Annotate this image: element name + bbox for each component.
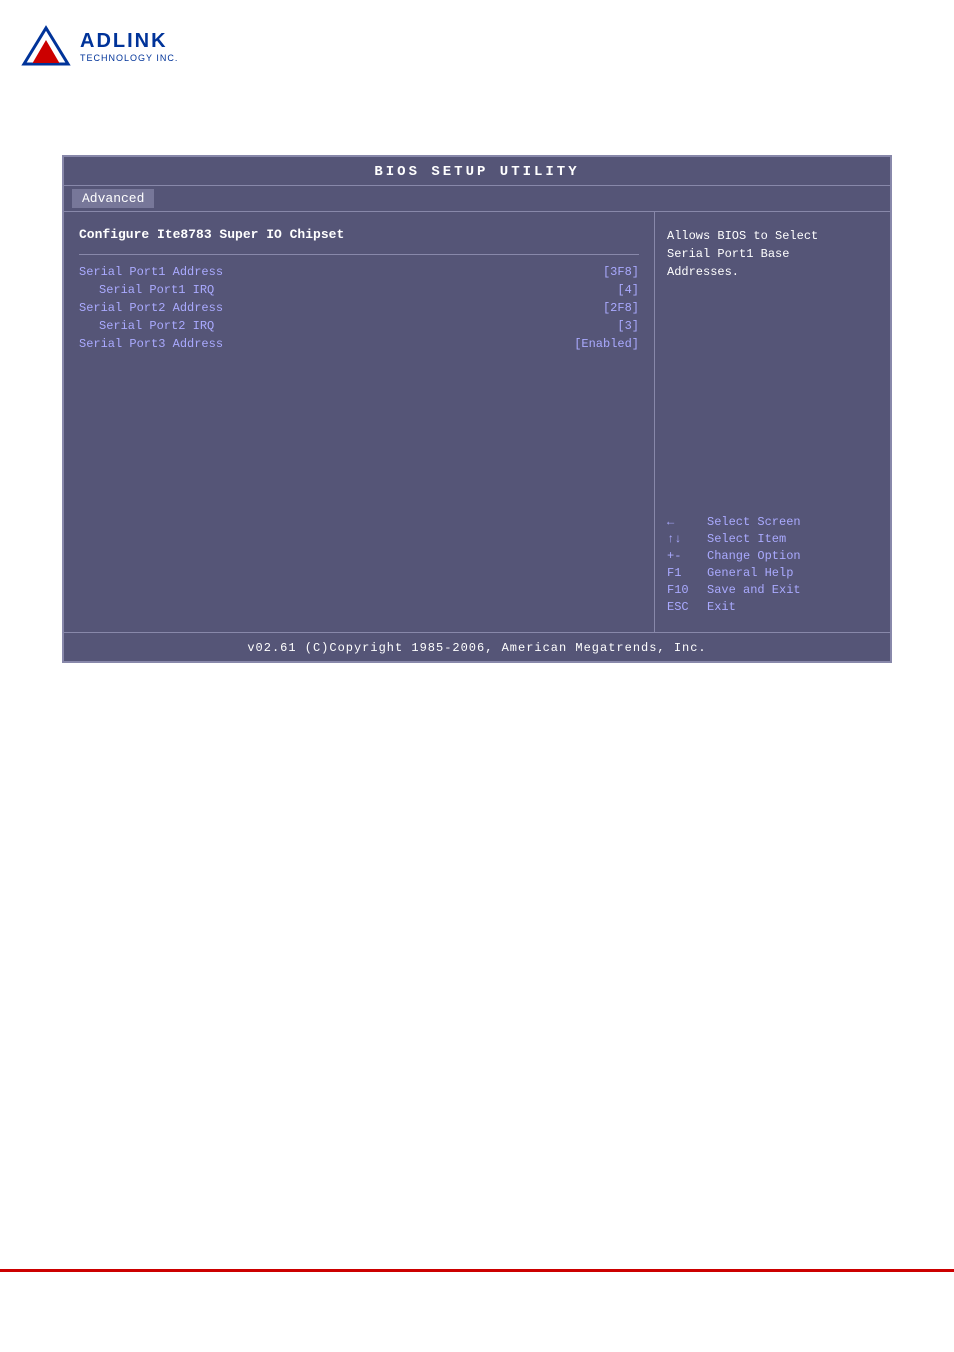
bios-item-value: [2F8]: [603, 301, 639, 315]
bios-key: F10: [667, 583, 707, 597]
bios-left-panel: Configure Ite8783 Super IO Chipset Seria…: [64, 212, 655, 632]
bios-key-desc: Change Option: [707, 549, 801, 563]
tab-advanced[interactable]: Advanced: [72, 189, 154, 208]
bios-section-title: Configure Ite8783 Super IO Chipset: [79, 227, 639, 242]
bios-divider: [79, 254, 639, 255]
bios-item[interactable]: Serial Port2 Address [2F8]: [79, 301, 639, 315]
bios-item-label: Serial Port2 Address: [79, 301, 223, 315]
bios-item-label: Serial Port3 Address: [79, 337, 223, 351]
bios-key-row: F1General Help: [667, 566, 878, 580]
bios-key-desc: Select Item: [707, 532, 786, 546]
bios-items-container: Serial Port1 Address [3F8] Serial Port1 IR…: [79, 265, 639, 351]
bios-title-bar: BIOS SETUP UTILITY: [64, 157, 890, 186]
bios-keybindings: ←Select Screen↑↓Select Item+-Change Opti…: [667, 515, 878, 617]
bios-key-desc: Exit: [707, 600, 736, 614]
bios-help-text: Allows BIOS to Select Serial Port1 Base …: [667, 227, 878, 281]
bios-item[interactable]: Serial Port3 Address [Enabled]: [79, 337, 639, 351]
bios-key: ↑↓: [667, 532, 707, 546]
bios-key-row: ESCExit: [667, 600, 878, 614]
bios-item-value: [Enabled]: [574, 337, 639, 351]
bios-right-panel: Allows BIOS to Select Serial Port1 Base …: [655, 212, 890, 632]
bios-tab-bar[interactable]: Advanced: [64, 186, 890, 212]
bios-item-label: Serial Port2 IRQ: [79, 319, 214, 333]
bios-key-row: F10Save and Exit: [667, 583, 878, 597]
logo-subtitle-label: TECHNOLOGY INC.: [80, 53, 178, 63]
bios-key: ESC: [667, 600, 707, 614]
bios-item[interactable]: Serial Port1 Address [3F8]: [79, 265, 639, 279]
bios-item-label: Serial Port1 Address: [79, 265, 223, 279]
bios-key: ←: [667, 515, 707, 529]
bios-key-row: +-Change Option: [667, 549, 878, 563]
logo-text: ADLINK TECHNOLOGY INC.: [80, 30, 178, 63]
bios-key-row: ←Select Screen: [667, 515, 878, 529]
bios-item[interactable]: Serial Port1 IRQ [4]: [79, 283, 639, 297]
bios-key-desc: Select Screen: [707, 515, 801, 529]
bios-container: BIOS SETUP UTILITY Advanced Configure It…: [62, 155, 892, 663]
logo-adlink-label: ADLINK: [80, 30, 178, 53]
bios-item-value: [4]: [617, 283, 639, 297]
bios-key-desc: General Help: [707, 566, 793, 580]
bios-key: F1: [667, 566, 707, 580]
bios-footer-text: v02.61 (C)Copyright 1985-2006, American …: [247, 641, 706, 655]
bios-item-value: [3F8]: [603, 265, 639, 279]
bios-title: BIOS SETUP UTILITY: [374, 164, 579, 180]
bios-item-label: Serial Port1 IRQ: [79, 283, 214, 297]
bios-content: Configure Ite8783 Super IO Chipset Seria…: [64, 212, 890, 632]
bios-footer: v02.61 (C)Copyright 1985-2006, American …: [64, 632, 890, 661]
bios-key: +-: [667, 549, 707, 563]
bios-item-value: [3]: [617, 319, 639, 333]
logo-area: ADLINK TECHNOLOGY INC.: [20, 20, 178, 72]
adlink-logo-icon: [20, 20, 72, 72]
bottom-line: [0, 1269, 954, 1272]
bios-key-desc: Save and Exit: [707, 583, 801, 597]
bios-item[interactable]: Serial Port2 IRQ [3]: [79, 319, 639, 333]
bios-key-row: ↑↓Select Item: [667, 532, 878, 546]
